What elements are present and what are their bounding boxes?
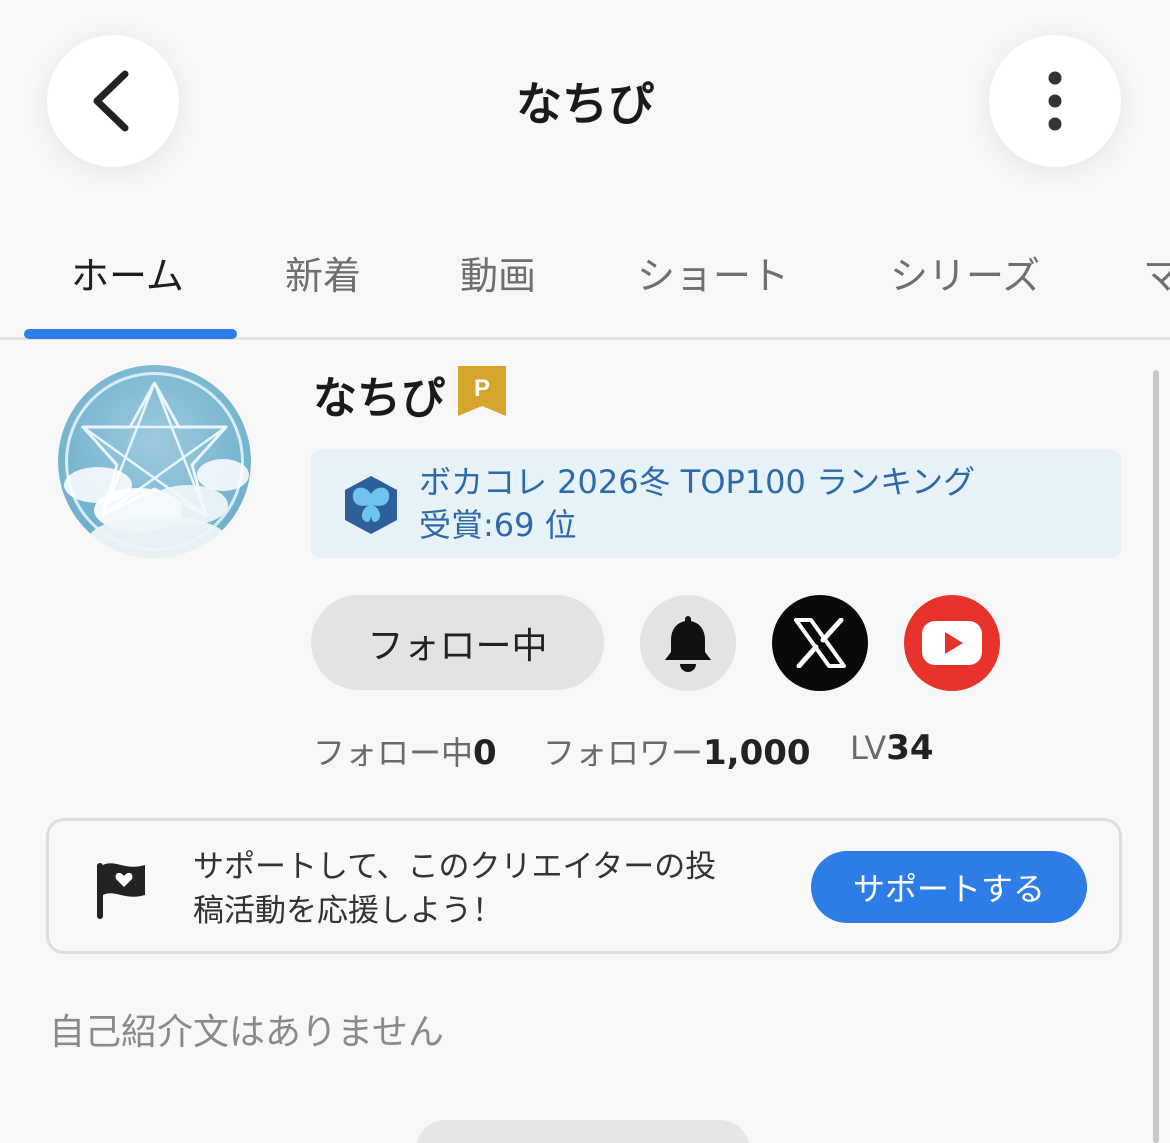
award-banner[interactable]: ボカコレ 2026冬 TOP100 ランキング 受賞:69 位	[311, 449, 1121, 558]
tab-shorts[interactable]: ショート	[637, 245, 789, 300]
following-count[interactable]: フォロー中0	[313, 728, 497, 774]
award-text: ボカコレ 2026冬 TOP100 ランキング 受賞:69 位	[419, 461, 975, 547]
notification-button[interactable]	[640, 595, 736, 691]
support-card: サポートして、このクリエイターの投 稿活動を応援しよう！ サポートする	[46, 818, 1122, 954]
avatar[interactable]	[58, 365, 251, 558]
youtube-link-button[interactable]	[904, 595, 1000, 691]
tab-more[interactable]: マ	[1143, 245, 1170, 300]
tab-bar: ホーム 新着 動画 ショート シリーズ マ	[0, 205, 1170, 340]
header-bar: なちぴ	[0, 0, 1170, 205]
more-options-button[interactable]	[989, 35, 1121, 167]
scrollbar[interactable]	[1153, 370, 1159, 1143]
bio-text: 自己紹介文はありません	[49, 1012, 444, 1053]
tab-home[interactable]: ホーム	[71, 245, 184, 300]
more-vertical-icon	[1048, 71, 1062, 131]
x-logo-icon	[794, 618, 846, 668]
tab-new[interactable]: 新着	[285, 245, 361, 300]
butterfly-award-icon	[345, 476, 397, 534]
premium-badge: P	[458, 366, 506, 416]
award-title: ボカコレ 2026冬 TOP100 ランキング	[419, 463, 976, 501]
profile-name: なちぴ	[313, 373, 445, 424]
heart-flag-icon	[97, 863, 145, 919]
bell-icon	[665, 616, 711, 672]
x-link-button[interactable]	[772, 595, 868, 691]
tab-videos[interactable]: 動画	[460, 245, 536, 300]
following-button[interactable]: フォロー中	[311, 595, 604, 690]
support-message: サポートして、このクリエイターの投 稿活動を応援しよう！	[193, 849, 717, 929]
level-indicator: LV34	[850, 728, 934, 768]
svg-text:P: P	[474, 375, 490, 402]
active-tab-indicator	[24, 329, 237, 339]
bottom-button[interactable]	[416, 1120, 750, 1143]
award-rank: 受賞:69 位	[419, 506, 577, 544]
followers-count[interactable]: フォロワー1,000	[543, 728, 811, 774]
tab-series[interactable]: シリーズ	[890, 245, 1040, 300]
youtube-logo-icon	[922, 621, 982, 665]
support-button[interactable]: サポートする	[811, 851, 1087, 923]
